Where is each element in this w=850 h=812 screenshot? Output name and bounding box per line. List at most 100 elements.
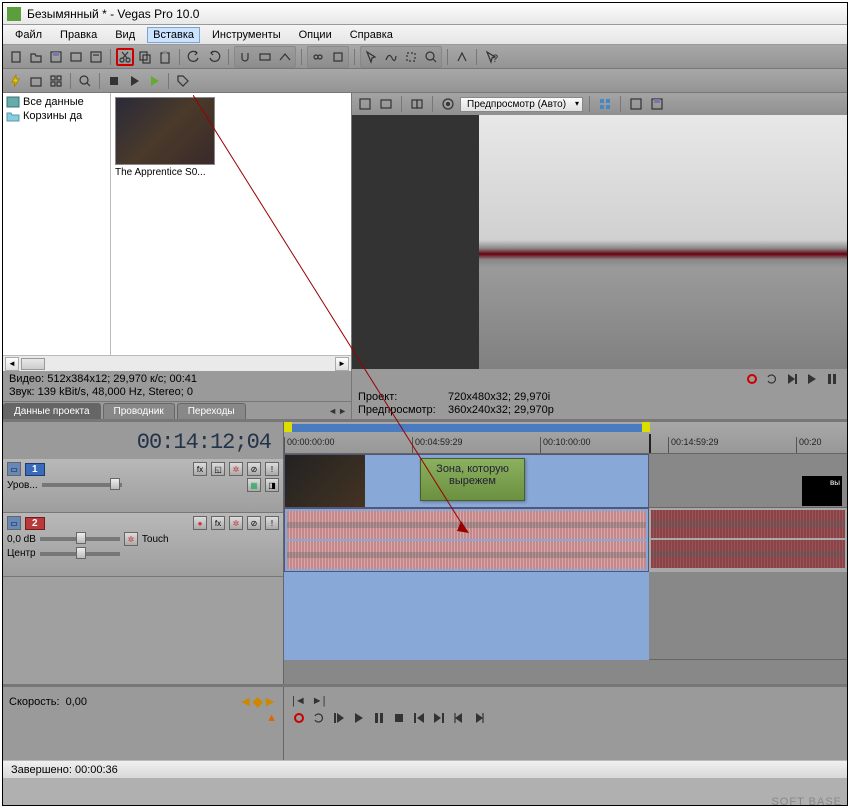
audio-clip-2[interactable]: [649, 508, 847, 572]
track-motion-icon[interactable]: ◱: [211, 462, 225, 476]
autoplay-icon[interactable]: [145, 72, 163, 90]
properties-icon[interactable]: [87, 48, 105, 66]
automation-mode-icon[interactable]: ✲: [124, 532, 138, 546]
preview-ext-icon[interactable]: [377, 95, 395, 113]
vol-slider[interactable]: [40, 537, 120, 541]
menu-help[interactable]: Справка: [344, 27, 399, 43]
envelope-edit-icon[interactable]: [382, 48, 400, 66]
new-icon[interactable]: [7, 48, 25, 66]
media-thumbs[interactable]: The Apprentice S0...: [111, 93, 351, 355]
trimmer-icon[interactable]: [453, 48, 471, 66]
video-clip[interactable]: Зона, которую вырежем: [284, 454, 649, 508]
track-mute-icon[interactable]: ⊘: [247, 516, 261, 530]
undo-icon[interactable]: [185, 48, 203, 66]
stop-icon[interactable]: [392, 711, 406, 725]
track-fx-icon[interactable]: fx: [211, 516, 225, 530]
track-automation-icon[interactable]: ✲: [229, 516, 243, 530]
arm-record-icon[interactable]: ●: [193, 516, 207, 530]
timeline-tracks[interactable]: 00:00:00:00 00:04:59:29 00:10:00:00 00:1…: [284, 422, 847, 684]
lock-envelope-icon[interactable]: [309, 48, 327, 66]
stop-preview-icon[interactable]: [105, 72, 123, 90]
zoom-edit-icon[interactable]: [422, 48, 440, 66]
record-icon[interactable]: [292, 711, 306, 725]
marker-icon[interactable]: ▲: [266, 712, 277, 724]
track-solo-icon[interactable]: !: [265, 516, 279, 530]
copy-snapshot-icon[interactable]: [627, 95, 645, 113]
level-slider[interactable]: [42, 483, 122, 487]
media-tree[interactable]: Все данные Корзины да: [3, 93, 111, 355]
menu-options[interactable]: Опции: [293, 27, 338, 43]
pause-icon[interactable]: [372, 711, 386, 725]
auto-crossfade-icon[interactable]: [276, 48, 294, 66]
play-preview-icon[interactable]: [125, 72, 143, 90]
menu-tools[interactable]: Инструменты: [206, 27, 287, 43]
prev-frame-icon[interactable]: [452, 711, 466, 725]
scroll-left-icon[interactable]: ◄: [5, 357, 19, 371]
tab-transitions[interactable]: Переходы: [177, 403, 246, 419]
play-start-icon[interactable]: [785, 372, 799, 386]
audio-track-header[interactable]: ▭ 2 ● fx ✲ ⊘ ! 0,0 dB ✲ Touch Центр: [3, 513, 283, 577]
save-snapshot-icon[interactable]: [648, 95, 666, 113]
tree-trash[interactable]: Корзины да: [5, 109, 108, 123]
black-clip[interactable]: вы: [802, 476, 842, 506]
views-icon[interactable]: [47, 72, 65, 90]
snap-icon[interactable]: [236, 48, 254, 66]
loop-icon[interactable]: [765, 372, 779, 386]
overlays-icon[interactable]: [596, 95, 614, 113]
import-icon[interactable]: [27, 72, 45, 90]
composite-icon[interactable]: ▦: [247, 478, 261, 492]
track-min-icon[interactable]: ▭: [7, 516, 21, 530]
go-start-icon[interactable]: [412, 711, 426, 725]
loop-end-marker[interactable]: [642, 422, 650, 432]
track-automation-icon[interactable]: ✲: [229, 462, 243, 476]
open-icon[interactable]: [27, 48, 45, 66]
selection-edit-icon[interactable]: [402, 48, 420, 66]
normal-edit-icon[interactable]: [362, 48, 380, 66]
track-solo-icon[interactable]: !: [265, 462, 279, 476]
tab-next-icon[interactable]: ►: [338, 406, 347, 416]
ignore-event-icon[interactable]: [329, 48, 347, 66]
auto-ripple-icon[interactable]: [256, 48, 274, 66]
scroll-right-icon[interactable]: ►: [335, 357, 349, 371]
marker-nav-icon[interactable]: ►|: [312, 695, 326, 707]
cut-icon[interactable]: [116, 48, 134, 66]
preview-properties-icon[interactable]: [356, 95, 374, 113]
empty-clip-region[interactable]: [284, 572, 649, 660]
what-icon[interactable]: ?: [482, 48, 500, 66]
tab-prev-icon[interactable]: ◄: [328, 406, 337, 416]
track-min-icon[interactable]: ▭: [7, 462, 21, 476]
audio-track-lane[interactable]: 12 24 36 48: [284, 508, 847, 572]
pan-slider[interactable]: [40, 552, 120, 556]
marker-nav-icon[interactable]: |◄: [292, 695, 306, 707]
menu-insert[interactable]: Вставка: [147, 27, 200, 43]
audio-clip[interactable]: [284, 508, 649, 572]
play-icon[interactable]: [352, 711, 366, 725]
loop-icon[interactable]: [312, 711, 326, 725]
render-icon[interactable]: [67, 48, 85, 66]
menu-view[interactable]: Вид: [109, 27, 141, 43]
selection-range[interactable]: [284, 424, 649, 432]
search-icon[interactable]: [76, 72, 94, 90]
playhead[interactable]: [649, 434, 651, 453]
play-start-icon[interactable]: [332, 711, 346, 725]
tree-scrollbar[interactable]: ◄ ►: [3, 355, 351, 371]
save-icon[interactable]: [47, 48, 65, 66]
track-fx-icon[interactable]: fx: [193, 462, 207, 476]
tree-all-data[interactable]: Все данные: [5, 95, 108, 109]
media-thumb[interactable]: The Apprentice S0...: [115, 97, 217, 178]
track-mute-icon[interactable]: ⊘: [247, 462, 261, 476]
tab-project-data[interactable]: Данные проекта: [3, 403, 101, 419]
record-icon[interactable]: [745, 372, 759, 386]
shuttle-icon[interactable]: ◄◆►: [239, 693, 277, 710]
pause-icon[interactable]: [825, 372, 839, 386]
tab-explorer[interactable]: Проводник: [103, 403, 175, 419]
loop-start-marker[interactable]: [284, 422, 292, 432]
preview-quality-dropdown[interactable]: Предпросмотр (Авто): [460, 97, 583, 112]
timeline-ruler[interactable]: 00:00:00:00 00:04:59:29 00:10:00:00 00:1…: [284, 422, 847, 454]
copy-icon[interactable]: [136, 48, 154, 66]
redo-icon[interactable]: [205, 48, 223, 66]
next-frame-icon[interactable]: [472, 711, 486, 725]
empty-track-lane[interactable]: [284, 572, 847, 660]
tag-icon[interactable]: [174, 72, 192, 90]
go-end-icon[interactable]: [432, 711, 446, 725]
